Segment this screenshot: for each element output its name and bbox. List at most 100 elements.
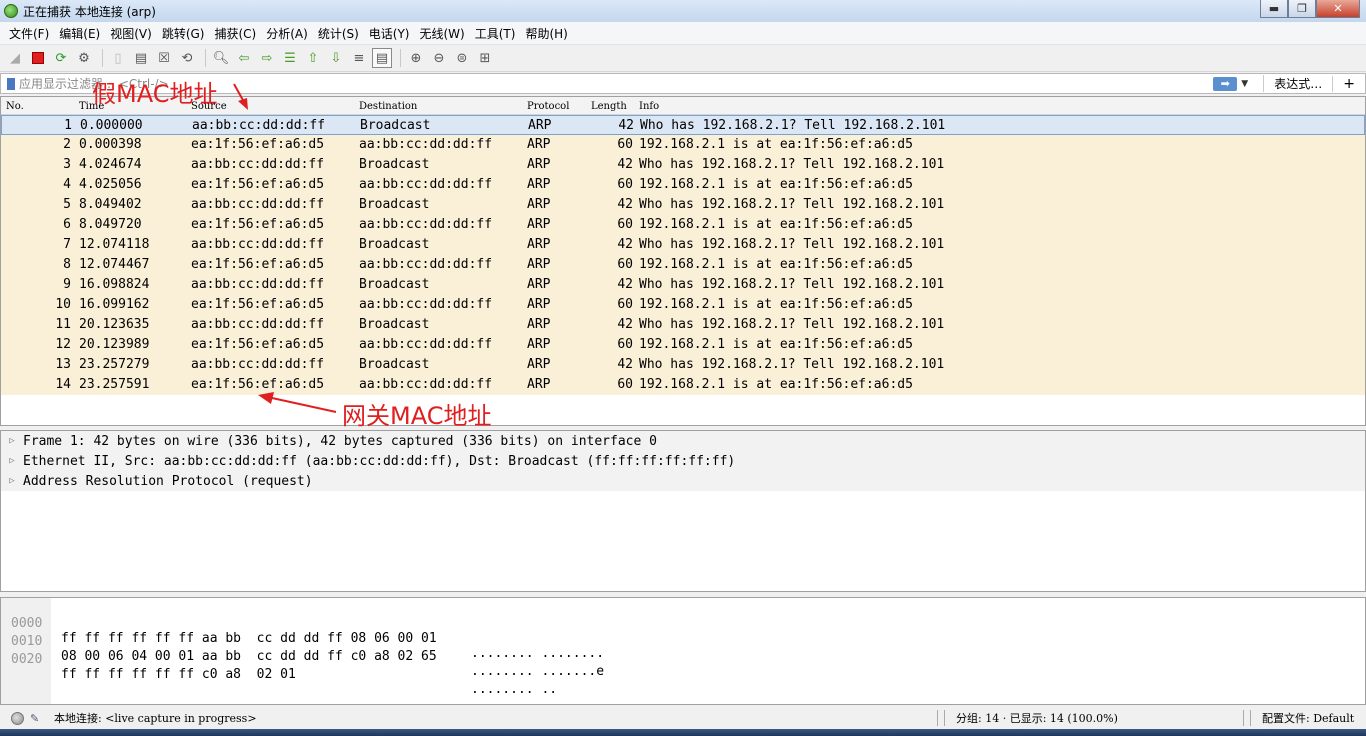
restart-capture-icon[interactable]: ⟳	[51, 48, 71, 68]
packet-cell-time: 4.024674	[79, 157, 142, 172]
packet-cell-len: 42	[618, 118, 634, 133]
filter-bookmark-icon[interactable]	[7, 77, 15, 90]
stop-capture-icon[interactable]	[28, 48, 48, 68]
packet-row[interactable]: 13 23.257279 aa:bb:cc:dd:dd:ff Broadcast ARP…	[1, 355, 1365, 375]
reload-file-icon[interactable]: ⟲	[177, 48, 197, 68]
zoom-reset-icon[interactable]: ⊜	[452, 48, 472, 68]
annotation-fake-mac: 假MAC地址	[92, 80, 218, 108]
filter-history-chevron-icon[interactable]: ▼	[1241, 79, 1253, 89]
zoom-in-icon[interactable]: ⊕	[406, 48, 426, 68]
menu-file[interactable]: 文件(F)	[4, 25, 54, 42]
packet-cell-info: 192.168.2.1 is at ea:1f:56:ef:a6:d5	[639, 217, 913, 232]
packet-cell-dst: aa:bb:cc:dd:dd:ff	[359, 137, 493, 152]
packet-cell-no: 5	[63, 197, 71, 212]
menu-help[interactable]: 帮助(H)	[520, 25, 572, 42]
menu-tools[interactable]: 工具(T)	[470, 25, 521, 42]
open-file-icon[interactable]: ▯	[108, 48, 128, 68]
go-back-icon[interactable]: ⇦	[234, 48, 254, 68]
resize-columns-icon[interactable]: ⊞	[475, 48, 495, 68]
comment-edit-icon[interactable]: ✎	[30, 712, 44, 725]
toolbar-separator	[205, 49, 206, 67]
packet-cell-info: Who has 192.168.2.1? Tell 192.168.2.101	[639, 157, 945, 172]
packet-row[interactable]: 8 12.074467 ea:1f:56:ef:a6:d5 aa:bb:cc:dd:d…	[1, 255, 1365, 275]
packet-row[interactable]: 14 23.257591 ea:1f:56:ef:a6:d5 aa:bb:cc:dd:…	[1, 375, 1365, 395]
wireshark-fin-icon	[4, 4, 18, 18]
hex-row[interactable]: 0020 ff ff ff ff ff ff c0 a8 02 01 .....…	[1, 637, 557, 697]
minimize-button[interactable]: ▬	[1260, 0, 1288, 18]
packet-row[interactable]: 10 16.099162 ea:1f:56:ef:a6:d5 aa:bb:cc:dd:…	[1, 295, 1365, 315]
packet-cell-info: 192.168.2.1 is at ea:1f:56:ef:a6:d5	[639, 297, 913, 312]
save-file-icon[interactable]: ▤	[131, 48, 151, 68]
menu-wireless[interactable]: 无线(W)	[415, 25, 470, 42]
packet-list: No. Time Source Destination Protocol Len…	[0, 96, 1366, 426]
menu-analyze[interactable]: 分析(A)	[261, 25, 313, 42]
expand-chevron-icon[interactable]: ▷	[1, 476, 23, 486]
detail-frame[interactable]: ▷ Frame 1: 42 bytes on wire (336 bits), 4…	[1, 431, 1365, 451]
packet-cell-len: 60	[617, 337, 633, 352]
packet-row[interactable]: 5 8.049402 aa:bb:cc:dd:dd:ff Broadcast ARP 42…	[1, 195, 1365, 215]
menu-edit[interactable]: 编辑(E)	[54, 25, 105, 42]
find-packet-icon[interactable]: 🔍︎	[211, 48, 231, 68]
packet-cell-src: ea:1f:56:ef:a6:d5	[191, 297, 325, 312]
packet-row[interactable]: 3 4.024674 aa:bb:cc:dd:dd:ff Broadcast ARP 42…	[1, 155, 1365, 175]
os-taskbar	[0, 729, 1366, 736]
packet-row[interactable]: 11 20.123635 aa:bb:cc:dd:dd:ff Broadcast ARP…	[1, 315, 1365, 335]
profile-label[interactable]: 配置文件: Default	[1254, 710, 1354, 726]
expression-button[interactable]: 表达式…	[1263, 75, 1332, 92]
packet-cell-len: 60	[617, 297, 633, 312]
close-button[interactable]: ✕	[1316, 0, 1360, 18]
packet-counts: 分组: 14 · 已显示: 14 (100.0%)	[956, 712, 1118, 725]
close-file-icon[interactable]: ☒	[154, 48, 174, 68]
packet-cell-len: 60	[617, 257, 633, 272]
go-forward-icon[interactable]: ⇨	[257, 48, 277, 68]
expert-info-led-icon[interactable]	[11, 711, 24, 725]
last-packet-icon[interactable]: ⇩	[326, 48, 346, 68]
zoom-out-icon[interactable]: ⊖	[429, 48, 449, 68]
packet-cell-info: 192.168.2.1 is at ea:1f:56:ef:a6:d5	[639, 337, 913, 352]
column-info[interactable]: Info	[639, 101, 659, 112]
column-no[interactable]: No.	[6, 101, 24, 112]
expand-chevron-icon[interactable]: ▷	[1, 456, 23, 466]
menu-go[interactable]: 跳转(G)	[157, 25, 210, 42]
packet-row[interactable]: 7 12.074118 aa:bb:cc:dd:dd:ff Broadcast ARP 4…	[1, 235, 1365, 255]
packet-row[interactable]: 2 0.000398 ea:1f:56:ef:a6:d5 aa:bb:cc:dd:dd…	[1, 135, 1365, 155]
packet-cell-src: aa:bb:cc:dd:dd:ff	[191, 157, 325, 172]
first-packet-icon[interactable]: ⇧	[303, 48, 323, 68]
hex-row[interactable]: 0000 ff ff ff ff ff ff aa bb cc dd dd ff…	[1, 601, 604, 661]
packet-cell-proto: ARP	[527, 297, 551, 312]
packet-cell-info: Who has 192.168.2.1? Tell 192.168.2.101	[640, 118, 946, 133]
column-length[interactable]: Length	[591, 101, 627, 112]
packet-cell-proto: ARP	[527, 237, 551, 252]
packet-cell-no: 12	[55, 337, 71, 352]
packet-row[interactable]: 9 16.098824 aa:bb:cc:dd:dd:ff Broadcast ARP 4…	[1, 275, 1365, 295]
menu-statistics[interactable]: 统计(S)	[313, 25, 364, 42]
menu-capture[interactable]: 捕获(C)	[209, 25, 261, 42]
column-protocol[interactable]: Protocol	[527, 101, 569, 112]
apply-filter-arrow-icon[interactable]: ➡	[1213, 76, 1238, 91]
menu-telephony[interactable]: 电话(Y)	[364, 25, 415, 42]
autoscroll-icon[interactable]: ≡	[349, 48, 369, 68]
go-to-packet-icon[interactable]: ☰	[280, 48, 300, 68]
hex-row[interactable]: 0010 08 00 06 04 00 01 aa bb cc dd dd ff…	[1, 619, 604, 679]
add-filter-button[interactable]: +	[1332, 75, 1365, 92]
packet-cell-proto: ARP	[527, 157, 551, 172]
status-bar: ✎ 本地连接: <live capture in progress> 分组: 1…	[0, 707, 1366, 729]
packet-cell-dst: Broadcast	[359, 317, 430, 332]
packet-row[interactable]: 1 0.000000 aa:bb:cc:dd:dd:ff Broadcast ARP 42…	[1, 115, 1365, 135]
maximize-button[interactable]: ❐	[1288, 0, 1316, 18]
packet-cell-len: 42	[617, 157, 633, 172]
colorize-icon[interactable]: ▤	[372, 48, 392, 68]
packet-row[interactable]: 4 4.025056 ea:1f:56:ef:a6:d5 aa:bb:cc:dd:dd…	[1, 175, 1365, 195]
detail-ethernet[interactable]: ▷ Ethernet II, Src: aa:bb:cc:dd:dd:ff (aa…	[1, 451, 1365, 471]
packet-cell-info: Who has 192.168.2.1? Tell 192.168.2.101	[639, 357, 945, 372]
capture-options-icon[interactable]: ⚙	[74, 48, 94, 68]
packet-row[interactable]: 12 20.123989 ea:1f:56:ef:a6:d5 aa:bb:cc:dd:…	[1, 335, 1365, 355]
expand-chevron-icon[interactable]: ▷	[1, 436, 23, 446]
detail-arp[interactable]: ▷ Address Resolution Protocol (request)	[1, 471, 1365, 491]
start-capture-icon[interactable]: ◢	[5, 48, 25, 68]
packet-cell-len: 60	[617, 137, 633, 152]
status-divider	[1250, 710, 1251, 726]
menu-view[interactable]: 视图(V)	[105, 25, 157, 42]
column-destination[interactable]: Destination	[359, 101, 417, 112]
packet-row[interactable]: 6 8.049720 ea:1f:56:ef:a6:d5 aa:bb:cc:dd:dd…	[1, 215, 1365, 235]
